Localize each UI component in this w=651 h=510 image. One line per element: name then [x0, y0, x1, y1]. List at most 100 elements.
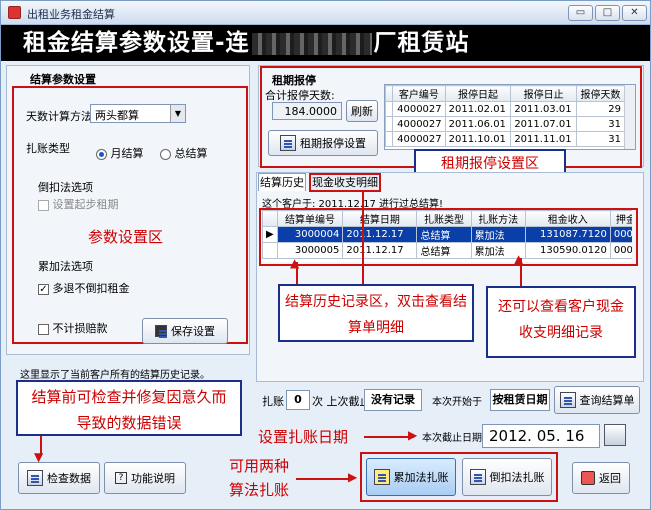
row-indicator-header: [385, 85, 393, 102]
cumulative-option[interactable]: ✓ 多退不倒扣租金: [38, 280, 130, 296]
row-indicator: [385, 101, 393, 117]
checkbox-unchecked-icon[interactable]: [38, 199, 49, 211]
exit-icon: [581, 471, 595, 485]
checkbox-checked-icon[interactable]: ✓: [38, 283, 49, 295]
monthly-radio[interactable]: 月结算: [96, 145, 144, 161]
help-button[interactable]: ? 功能说明: [104, 462, 186, 494]
row-indicator: [262, 242, 278, 259]
tab-cash-details[interactable]: 现金收支明细: [309, 173, 381, 192]
column-header[interactable]: 扎账方法: [470, 210, 526, 227]
inverse-group-label: 倒扣法选项: [34, 179, 97, 195]
column-header[interactable]: 租金收入: [524, 210, 611, 227]
query-settlement-button[interactable]: 查询结算单: [554, 386, 640, 414]
table-cell: 31: [575, 116, 626, 132]
day-method-label: 天数计算方法: [26, 110, 92, 123]
next-start-field: 按租赁日期: [490, 389, 550, 411]
window-title: 出租业务租金结算: [27, 8, 115, 21]
column-header[interactable]: 报停天数: [575, 85, 626, 102]
cutoff-date-value: 2012. 05. 16: [489, 427, 585, 445]
arrow-line: [296, 478, 352, 480]
history-callout: 结算历史记录区，双击查看结算单明细: [278, 284, 474, 342]
billing-count-label: 扎账: [262, 395, 284, 408]
billing-count-field: 0: [286, 390, 310, 410]
history-status-text: 这里显示了当前客户所有的结算历史记录。: [20, 370, 210, 381]
column-header[interactable]: 押金: [609, 210, 632, 227]
table-cell: 131087.7120: [524, 226, 611, 243]
table-cell: 31: [575, 131, 626, 147]
table-cell: 2011.03.01: [510, 101, 577, 117]
maximize-button[interactable]: □: [595, 5, 620, 21]
table-cell: 2011.12.17: [342, 226, 418, 243]
column-header[interactable]: 客户编号: [392, 85, 446, 102]
cash-callout: 还可以查看客户现金收支明细记录: [486, 286, 636, 358]
methods-callout: 可用两种算法扎账: [228, 457, 289, 499]
inverse-billing-label: 倒扣法扎账: [489, 471, 545, 484]
table-row[interactable]: 3000005 2011.12.17 总结算 累加法 130590.0120 0…: [262, 242, 632, 259]
history-table: 结算单编号 结算日期 扎账类型 扎账方法 租金收入 押金 ▶ 3000004 2…: [262, 210, 632, 259]
no-damage-option[interactable]: 不计损赔款: [38, 320, 108, 336]
save-icon: [155, 325, 167, 337]
suspend-setup-button[interactable]: 租期报停设置: [268, 130, 378, 156]
check-data-callout: 结算前可检查并修复因意久而导致的数据错误: [16, 380, 242, 436]
checkbox-unchecked-icon[interactable]: [38, 323, 49, 335]
close-button[interactable]: ✕: [622, 5, 647, 21]
cutoff-date-input[interactable]: 2012. 05. 16: [482, 424, 600, 448]
save-settings-label: 保存设置: [171, 325, 215, 338]
inverse-start-option[interactable]: 设置起步租期: [38, 196, 119, 212]
table-row[interactable]: 4000027 2011.10.01 2011.11.01 31: [385, 131, 626, 147]
table-header-row: 结算单编号 结算日期 扎账类型 扎账方法 租金收入 押金: [262, 210, 632, 227]
day-method-select[interactable]: 两头都算 ▼: [90, 104, 186, 123]
arrow-up-icon: ▲: [514, 252, 524, 266]
cutoff-label: 本次截止日期: [422, 433, 482, 444]
table-cell: 总结算: [416, 226, 472, 243]
minimize-button[interactable]: ▭: [568, 5, 593, 21]
column-header[interactable]: 结算单编号: [276, 210, 344, 227]
return-button[interactable]: 返回: [572, 462, 630, 494]
cumulative-icon: [373, 469, 390, 485]
table-row[interactable]: 4000027 2011.06.01 2011.07.01 31: [385, 116, 626, 132]
table-cell: 总结算: [416, 242, 472, 259]
suspend-setup-label: 租期报停设置: [300, 137, 366, 150]
radio-checked-icon[interactable]: [96, 148, 107, 160]
tab-history[interactable]: 结算历史: [258, 173, 306, 191]
table-row[interactable]: 4000027 2011.02.01 2011.03.01 29: [385, 101, 626, 117]
table-cell: 3000004: [276, 226, 344, 243]
billing-count-value: 0: [294, 393, 302, 406]
last-cut-field: 没有记录: [364, 389, 422, 411]
next-start-label: 本次开始于: [432, 397, 482, 408]
calendar-picker-icon[interactable]: [604, 424, 626, 446]
suspend-table-wrap: 客户编号 报停日起 报停日止 报停天数 4000027 2011.02.01 2…: [384, 84, 636, 150]
check-data-button[interactable]: 检查数据: [18, 462, 100, 494]
radio-unchecked-icon[interactable]: [160, 148, 171, 160]
calendar-icon: [280, 135, 296, 151]
total-radio[interactable]: 总结算: [160, 145, 208, 161]
cumulative-billing-button[interactable]: 累加法扎账: [366, 458, 456, 496]
params-section-title: 结算参数设置: [30, 73, 96, 86]
column-header[interactable]: 结算日期: [342, 210, 418, 227]
monthly-radio-label: 月结算: [110, 147, 144, 160]
arrow-right-icon: ▶: [348, 470, 358, 484]
column-header[interactable]: 报停日起: [444, 85, 512, 102]
arrow-line: [364, 436, 414, 438]
table-cell: 2011.10.01: [444, 131, 512, 147]
vertical-scrollbar[interactable]: [624, 85, 635, 149]
column-header[interactable]: 报停日止: [510, 85, 577, 102]
return-label: 返回: [599, 472, 621, 485]
title-bar: 出租业务租金结算 ▭ □ ✕: [1, 1, 650, 25]
help-label: 功能说明: [131, 472, 175, 485]
table-row-selected[interactable]: ▶ 3000004 2011.12.17 总结算 累加法 131087.7120…: [262, 226, 632, 243]
banner-title: 租金结算参数设置-连: [23, 30, 250, 56]
refresh-button[interactable]: 刷新: [346, 100, 378, 122]
row-pointer-icon: ▶: [262, 226, 278, 243]
chevron-down-icon[interactable]: ▼: [170, 105, 185, 122]
table-cell: 4000027: [392, 101, 446, 117]
cumulative-billing-label: 累加法扎账: [393, 471, 449, 484]
column-header[interactable]: 扎账类型: [416, 210, 472, 227]
inverse-billing-button[interactable]: 倒扣法扎账: [462, 458, 552, 496]
save-settings-button[interactable]: 保存设置: [142, 318, 228, 344]
table-cell: 累加法: [470, 226, 526, 243]
check-data-icon: [27, 470, 43, 486]
suspend-total-field: 184.0000: [272, 102, 342, 120]
table-cell: 000: [609, 226, 632, 243]
row-indicator-header: [262, 210, 278, 227]
